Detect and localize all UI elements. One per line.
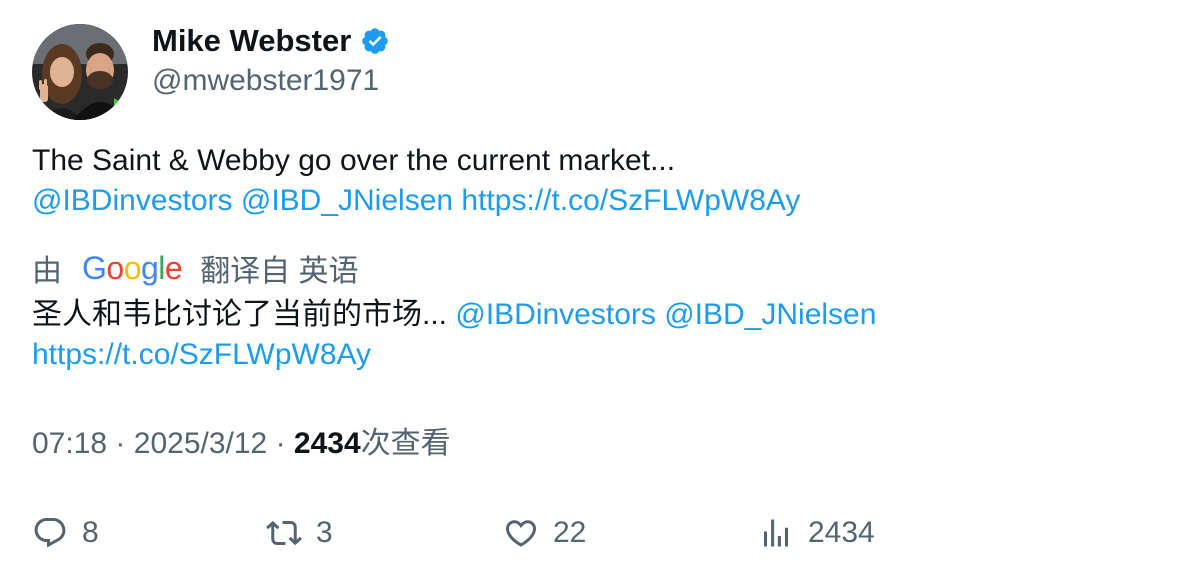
action-bar: 8 3 22 2434 — [0, 511, 1196, 555]
like-button[interactable]: 22 — [503, 511, 586, 555]
author-handle[interactable]: @mwebster1971 — [152, 62, 379, 100]
tweet-meta: 07:18 · 2025/3/12 · 2434次查看 — [32, 424, 451, 464]
views-button[interactable]: 2434 — [758, 511, 875, 555]
tweet-text-line-2: @IBDinvestors @IBD_JNielsen https://t.co… — [32, 181, 1162, 221]
views-chart-icon — [764, 519, 788, 547]
retweet-icon — [266, 520, 302, 546]
verified-badge-icon — [362, 28, 389, 54]
url-link[interactable]: https://t.co/SzFLWpW8Ay — [32, 338, 371, 371]
heart-icon — [505, 520, 537, 547]
reply-icon — [34, 518, 66, 548]
tweet-text: The Saint & Webby go over the current ma… — [32, 141, 1162, 221]
avatar[interactable] — [32, 24, 128, 120]
mention-link[interactable]: @IBD_JNielsen — [664, 298, 876, 331]
author-name-row[interactable]: Mike Webster — [152, 22, 390, 60]
tweet-date[interactable]: 2025/3/12 — [134, 427, 267, 460]
google-logo: Google — [82, 250, 183, 286]
tweet-text-line-1: The Saint & Webby go over the current ma… — [32, 144, 676, 177]
mention-link[interactable]: @IBD_JNielsen — [241, 184, 453, 217]
author-display-name[interactable]: Mike Webster — [152, 22, 351, 60]
mention-link[interactable]: @IBDinvestors — [32, 184, 233, 217]
url-link[interactable]: https://t.co/SzFLWpW8Ay — [461, 184, 800, 217]
reply-count: 8 — [82, 516, 99, 549]
translated-text: 圣人和韦比讨论了当前的市场... @IBDinvestors @IBD_JNie… — [32, 295, 1162, 375]
retweet-button[interactable]: 3 — [266, 511, 333, 555]
views-count: 2434 — [293, 427, 361, 460]
retweet-count: 3 — [316, 516, 333, 549]
translated-text-line-2: https://t.co/SzFLWpW8Ay — [32, 335, 1162, 375]
tweet-time[interactable]: 07:18 — [32, 427, 107, 460]
reply-button[interactable]: 8 — [32, 511, 99, 555]
translated-text-line-1: 圣人和韦比讨论了当前的市场... @IBDinvestors @IBD_JNie… — [32, 295, 1162, 335]
like-count: 22 — [553, 516, 587, 549]
views-action-count: 2434 — [808, 516, 875, 549]
translation-attribution[interactable]: 由 Google 翻译自 英语 — [32, 248, 359, 288]
meta-separator: · — [115, 427, 126, 460]
translation-suffix: 翻译自 英语 — [200, 255, 359, 288]
translation-prefix: 由 — [32, 255, 62, 288]
views-label: 次查看 — [360, 427, 451, 460]
meta-separator: · — [275, 427, 286, 460]
translated-body: 圣人和韦比讨论了当前的市场... — [32, 298, 448, 331]
mention-link[interactable]: @IBDinvestors — [455, 298, 656, 331]
profile-photo-icon — [32, 24, 128, 120]
